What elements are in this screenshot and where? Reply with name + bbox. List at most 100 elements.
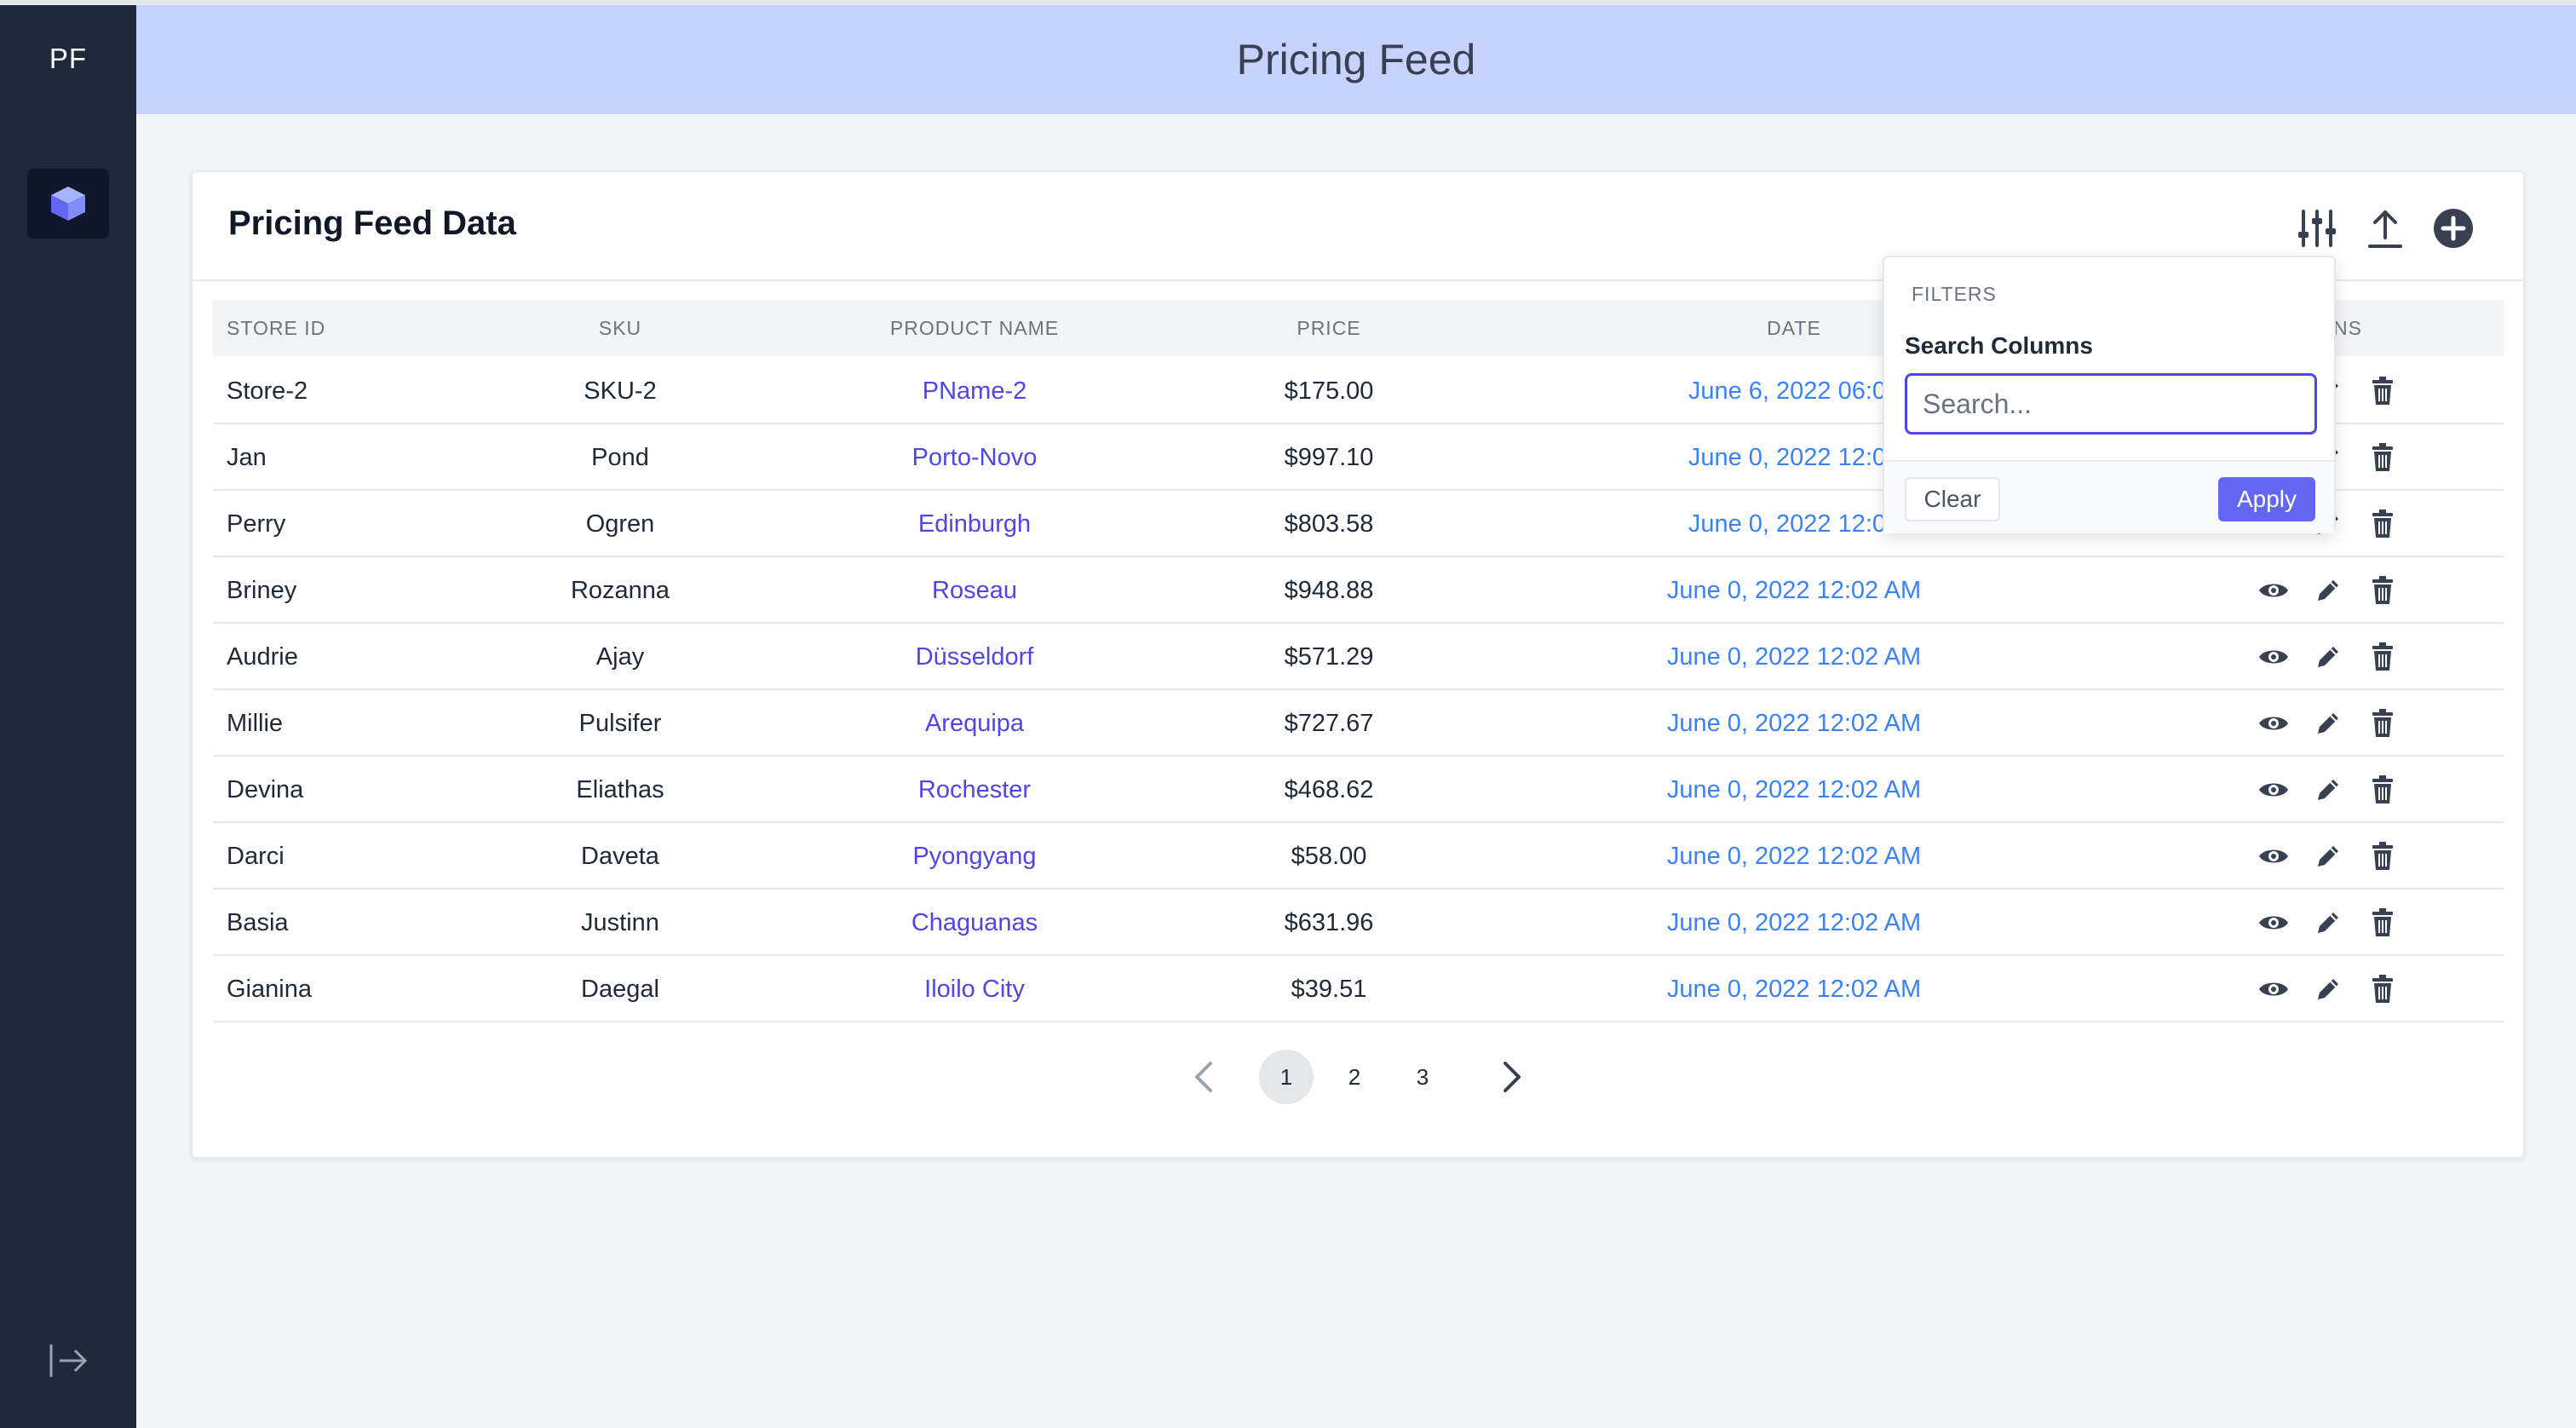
date-link[interactable]: June 0, 2022 12:02 AM [1667, 624, 1921, 690]
table-row[interactable]: Darci Daveta Pyongyang $58.00 June 0, 2022 1… [213, 823, 2504, 890]
pencil-icon[interactable] [2312, 707, 2344, 740]
page-button-3[interactable]: 3 [1395, 1050, 1450, 1104]
sku-cell: Rozanna [570, 577, 670, 604]
store-id-cell: Darci [227, 843, 285, 870]
product-name-link[interactable]: Rochester [918, 757, 1031, 823]
price-cell: $948.88 [1284, 577, 1374, 604]
table-row[interactable]: Basia Justinn Chaguanas $631.96 June 0, 2022… [213, 890, 2504, 956]
product-name-link[interactable]: Arequipa [925, 690, 1024, 757]
sku-cell: Daveta [581, 843, 659, 870]
pencil-icon[interactable] [2312, 973, 2344, 1005]
table-row[interactable]: Millie Pulsifer Arequipa $727.67 June 0, 202… [213, 690, 2504, 757]
date-link[interactable]: June 0, 2022 12:02 AM [1667, 890, 1921, 956]
brand-logo: PF [49, 43, 88, 74]
add-circle-icon[interactable] [2429, 204, 2477, 252]
price-cell: $571.29 [1284, 643, 1374, 671]
sidebar-item-pricing-feed[interactable] [27, 169, 109, 239]
sku-cell: Daegal [581, 976, 659, 1003]
prev-page-chevron-icon[interactable] [1182, 1050, 1225, 1104]
sku-cell: Pond [591, 444, 649, 471]
date-link[interactable]: June 0, 2022 12:02 AM [1667, 757, 1921, 823]
product-name-link[interactable]: Chaguanas [911, 890, 1038, 956]
sku-cell: Pulsifer [578, 710, 662, 737]
price-cell: $175.00 [1284, 377, 1374, 405]
sku-cell: Justinn [581, 909, 659, 936]
trash-icon[interactable] [2366, 774, 2399, 806]
price-cell: $58.00 [1291, 843, 1367, 870]
pencil-icon[interactable] [2312, 840, 2344, 872]
product-name-link[interactable]: Düsseldorf [916, 624, 1034, 690]
trash-icon[interactable] [2366, 441, 2399, 474]
table-row[interactable]: Gianina Daegal Iloilo City $39.51 June 0, 20… [213, 956, 2504, 1022]
date-link[interactable]: June 0, 2022 12:02 AM [1667, 956, 1921, 1022]
date-link[interactable]: June 6, 2022 06:04 [1688, 358, 1900, 424]
table-row[interactable]: Audrie Ajay Düsseldorf $571.29 June 0, 2022 … [213, 624, 2504, 690]
price-cell: $727.67 [1284, 710, 1374, 737]
product-name-link[interactable]: Edinburgh [918, 491, 1031, 557]
pencil-icon[interactable] [2312, 641, 2344, 673]
trash-icon[interactable] [2366, 574, 2399, 607]
clear-button[interactable]: Clear [1905, 477, 2000, 521]
eye-icon[interactable] [2257, 574, 2290, 607]
filters-popover: FILTERS Search Columns Clear Apply [1883, 256, 2336, 533]
filters-footer: Clear Apply [1884, 460, 2334, 533]
logout-arrow-icon[interactable] [48, 1341, 90, 1380]
page-button-1[interactable]: 1 [1259, 1050, 1314, 1104]
eye-icon[interactable] [2257, 641, 2290, 673]
store-id-cell: Millie [227, 710, 284, 737]
price-cell: $468.62 [1284, 776, 1374, 803]
store-id-cell: Basia [227, 909, 289, 936]
sliders-icon[interactable] [2293, 204, 2341, 252]
store-id-cell: Jan [227, 444, 267, 471]
page-button-2[interactable]: 2 [1327, 1050, 1382, 1104]
product-name-link[interactable]: Pyongyang [912, 823, 1036, 890]
store-id-cell: Audrie [227, 643, 298, 671]
trash-icon[interactable] [2366, 973, 2399, 1005]
price-cell: $631.96 [1284, 909, 1374, 936]
trash-icon[interactable] [2366, 508, 2399, 540]
product-name-link[interactable]: Iloilo City [924, 956, 1025, 1022]
sku-cell: Ogren [585, 510, 655, 538]
table-row[interactable]: Briney Rozanna Roseau $948.88 June 0, 2022 1… [213, 557, 2504, 624]
upload-icon[interactable] [2361, 204, 2409, 252]
trash-icon[interactable] [2366, 840, 2399, 872]
eye-icon[interactable] [2257, 973, 2290, 1005]
pencil-icon[interactable] [2312, 574, 2344, 607]
pencil-icon[interactable] [2312, 907, 2344, 939]
eye-icon[interactable] [2257, 907, 2290, 939]
date-link[interactable]: June 0, 2022 12:02 AM [1667, 823, 1921, 890]
column-header-store-id[interactable]: STORE ID [227, 300, 325, 356]
price-cell: $39.51 [1291, 976, 1367, 1003]
column-header-price[interactable]: PRICE [1297, 300, 1360, 356]
date-link[interactable]: June 0, 2022 12:02 [1688, 424, 1900, 491]
product-name-link[interactable]: Porto-Novo [912, 424, 1038, 491]
card-title: Pricing Feed Data [228, 204, 516, 242]
date-link[interactable]: June 0, 2022 12:02 [1688, 491, 1900, 557]
trash-icon[interactable] [2366, 641, 2399, 673]
table-row[interactable]: Devina Eliathas Rochester $468.62 June 0, 20… [213, 757, 2504, 823]
search-input[interactable] [1905, 373, 2317, 435]
trash-icon[interactable] [2366, 907, 2399, 939]
product-name-link[interactable]: Roseau [932, 557, 1017, 624]
apply-button[interactable]: Apply [2218, 477, 2315, 521]
cube-icon [51, 187, 85, 221]
product-name-link[interactable]: PName-2 [923, 358, 1027, 424]
pencil-icon[interactable] [2312, 774, 2344, 806]
sku-cell: Ajay [595, 643, 645, 671]
price-cell: $803.58 [1284, 510, 1374, 538]
column-header-sku[interactable]: SKU [599, 300, 641, 356]
column-header-product-name[interactable]: PRODUCT NAME [890, 300, 1059, 356]
trash-icon[interactable] [2366, 375, 2399, 407]
date-link[interactable]: June 0, 2022 12:02 AM [1667, 690, 1921, 757]
eye-icon[interactable] [2257, 774, 2290, 806]
store-id-cell: Store-2 [227, 377, 308, 405]
eye-icon[interactable] [2257, 707, 2290, 740]
filters-heading: FILTERS [1912, 283, 1997, 305]
eye-icon[interactable] [2257, 840, 2290, 872]
page-title: Pricing Feed [1236, 36, 1476, 83]
next-page-chevron-icon[interactable] [1491, 1050, 1533, 1104]
store-id-cell: Devina [227, 776, 304, 803]
trash-icon[interactable] [2366, 707, 2399, 740]
column-header-date[interactable]: DATE [1767, 300, 1821, 356]
date-link[interactable]: June 0, 2022 12:02 AM [1667, 557, 1921, 624]
